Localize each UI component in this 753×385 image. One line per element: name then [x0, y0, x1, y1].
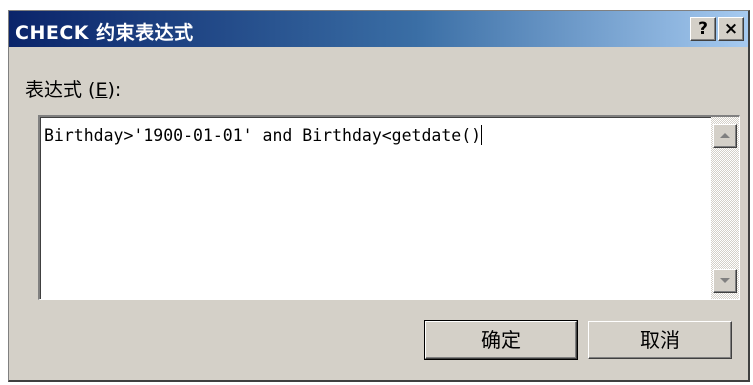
expression-label: 表达式 (E):: [25, 75, 121, 102]
arrow-up-icon: [720, 133, 730, 138]
title-bar[interactable]: CHECK 约束表达式 ? ×: [9, 11, 748, 47]
close-button[interactable]: ×: [718, 17, 744, 41]
expression-label-suffix: ):: [107, 79, 122, 101]
arrow-down-icon: [720, 278, 730, 283]
ok-button[interactable]: 确定: [424, 320, 578, 360]
expression-textarea[interactable]: Birthday>'1900-01-01' and Birthday<getda…: [38, 115, 740, 300]
text-caret: [481, 125, 483, 145]
scroll-down-button[interactable]: [713, 269, 737, 293]
expression-label-prefix: 表达式 (: [25, 79, 96, 101]
check-constraint-dialog: CHECK 约束表达式 ? × 表达式 (E): Birthday>'1900-…: [8, 10, 750, 382]
scroll-up-button[interactable]: [713, 124, 737, 148]
help-button[interactable]: ?: [690, 17, 716, 41]
dialog-title: CHECK 约束表达式: [15, 22, 194, 44]
cancel-button[interactable]: 取消: [588, 321, 732, 359]
expression-text: Birthday>'1900-01-01' and Birthday<getda…: [44, 125, 483, 145]
expression-value: Birthday>'1900-01-01' and Birthday<getda…: [44, 126, 482, 145]
vertical-scrollbar[interactable]: [711, 117, 739, 299]
expression-label-accelerator: E: [95, 79, 108, 101]
